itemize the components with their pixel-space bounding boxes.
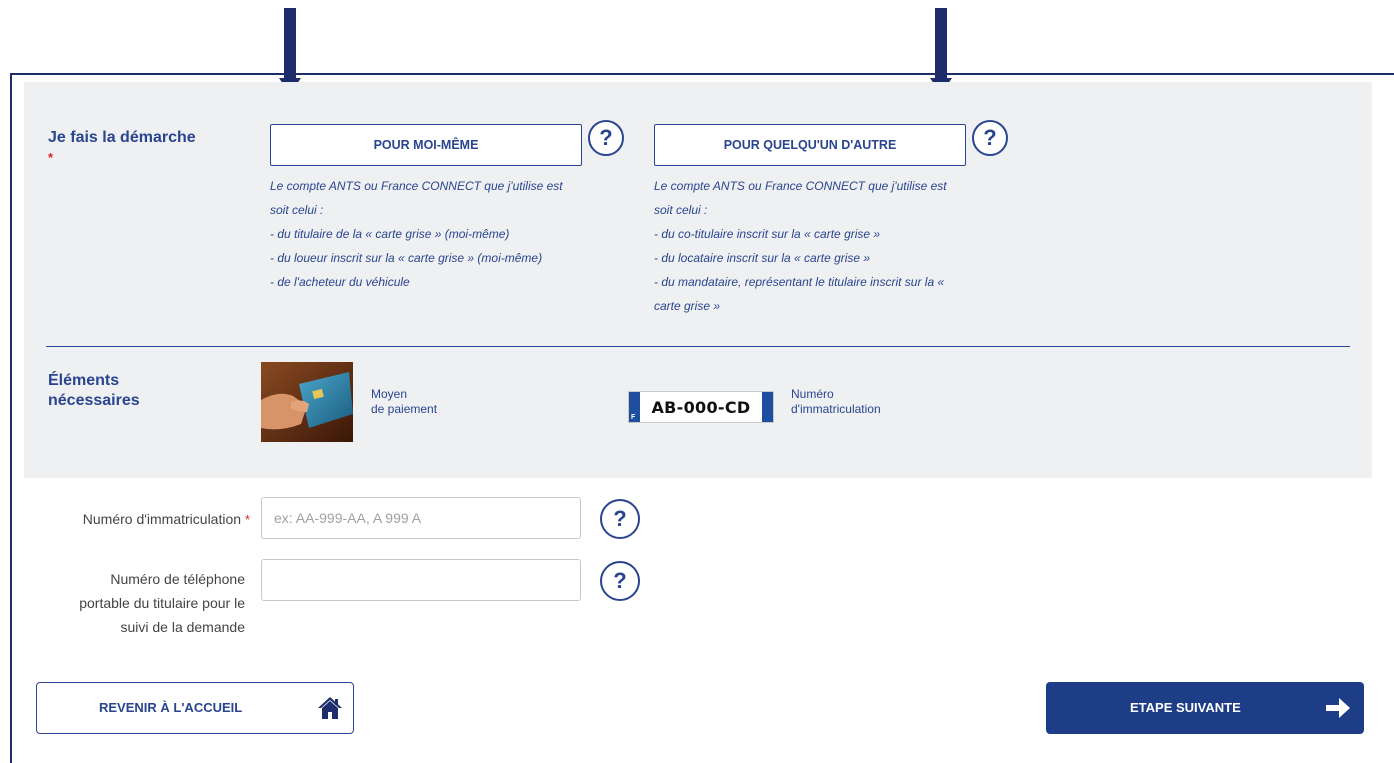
back-to-home-button[interactable]: REVENIR À L'ACCUEIL xyxy=(36,682,354,734)
for-myself-description: Le compte ANTS ou France CONNECT que j'u… xyxy=(270,179,563,289)
plate-number: AB-000-CD xyxy=(651,397,751,417)
home-icon xyxy=(317,696,343,725)
eu-band: F xyxy=(629,392,640,422)
demarche-label: Je fais la démarche * xyxy=(48,129,196,165)
immatriculation-label: Numéro d'immatriculation * xyxy=(82,511,250,527)
elements-label: Éléments nécessaires xyxy=(48,372,140,409)
phone-label: Numéro de téléphone portable du titulair… xyxy=(79,571,245,635)
for-someone-else-description: Le compte ANTS ou France CONNECT que j'u… xyxy=(654,179,947,313)
question-mark-icon[interactable]: ? xyxy=(600,561,640,601)
immatriculation-input[interactable] xyxy=(261,497,581,539)
next-step-label: ETAPE SUIVANTE xyxy=(1130,700,1241,715)
plate-caption: Numéro d'immatriculation xyxy=(791,387,881,416)
back-to-home-label: REVENIR À L'ACCUEIL xyxy=(99,700,243,715)
license-plate-image: F AB-000-CD xyxy=(628,391,774,423)
phone-input[interactable] xyxy=(261,559,581,601)
for-someone-else-button[interactable]: POUR QUELQU'UN D'AUTRE xyxy=(654,124,966,166)
payment-caption: Moyen de paiement xyxy=(371,387,438,416)
arrow-right-icon xyxy=(1324,695,1352,726)
question-mark-icon[interactable]: ? xyxy=(972,120,1008,156)
question-mark-icon[interactable]: ? xyxy=(600,499,640,539)
section-divider xyxy=(46,346,1350,347)
required-marker: * xyxy=(48,150,54,165)
for-myself-button[interactable]: POUR MOI-MÊME xyxy=(270,124,582,166)
required-marker: * xyxy=(244,512,250,527)
for-someone-else-button-label: POUR QUELQU'UN D'AUTRE xyxy=(723,138,897,152)
question-mark-icon[interactable]: ? xyxy=(588,120,624,156)
next-step-button[interactable]: ETAPE SUIVANTE xyxy=(1046,682,1364,734)
region-band xyxy=(762,392,773,422)
payment-card-image xyxy=(261,362,353,442)
for-myself-button-label: POUR MOI-MÊME xyxy=(373,138,479,152)
